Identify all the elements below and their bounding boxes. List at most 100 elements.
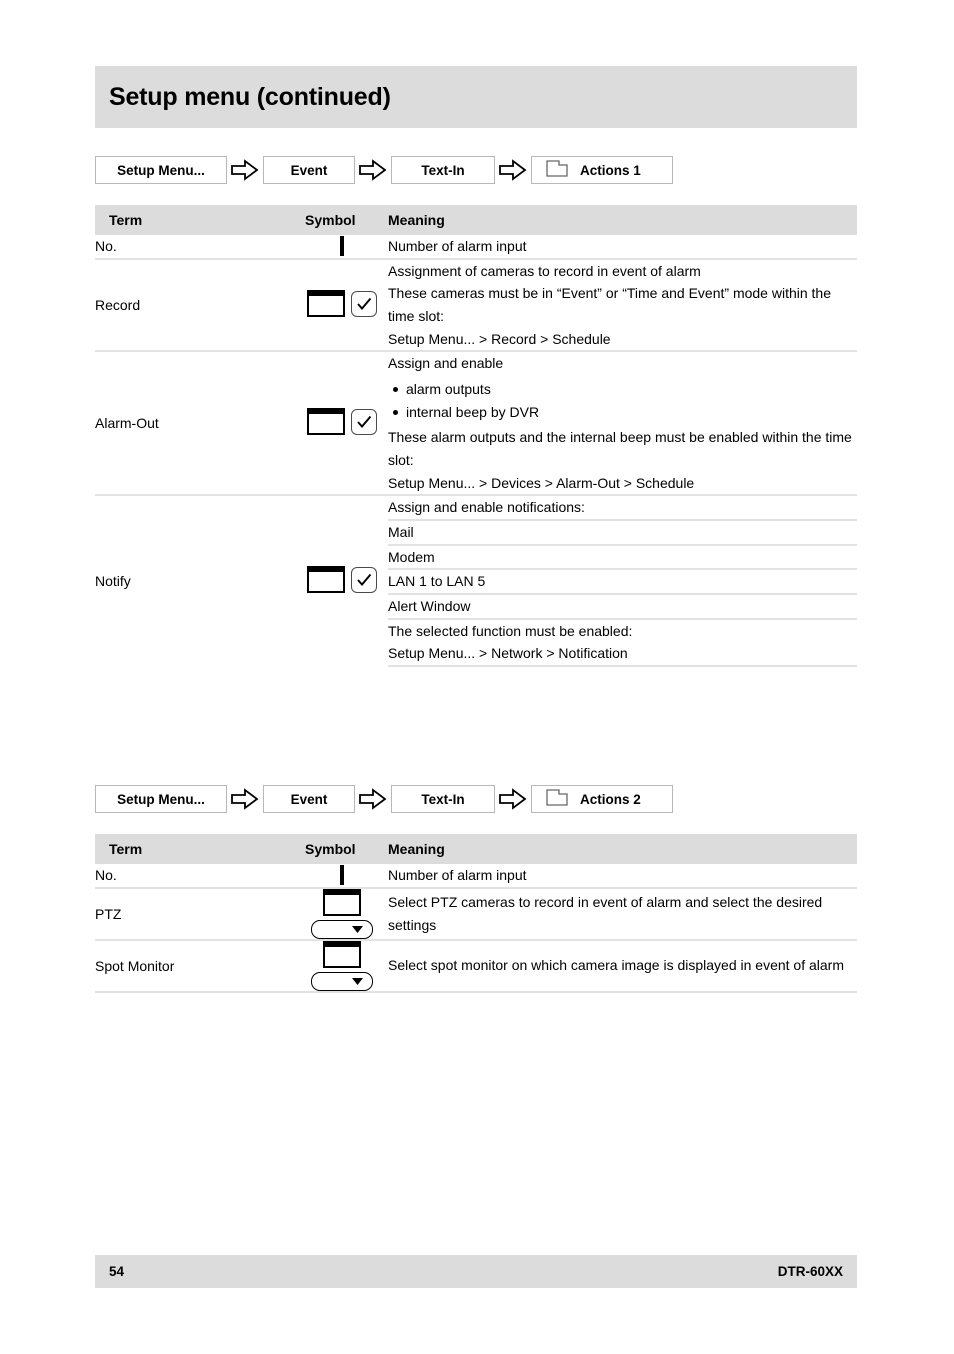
- breadcrumb-actions-2: Setup Menu... Event Text-In Actions 2: [95, 784, 673, 814]
- breadcrumb-separator: [227, 159, 263, 181]
- checkmark-icon: [350, 290, 377, 317]
- meaning-cell: Number of alarm input: [388, 864, 857, 888]
- arrow-right-icon: [499, 788, 527, 810]
- breadcrumb-item-setup-menu[interactable]: Setup Menu...: [95, 156, 227, 184]
- column-header-symbol: Symbol: [295, 205, 388, 235]
- arrow-right-icon: [499, 159, 527, 181]
- document-code: DTR-60XX: [777, 1264, 843, 1279]
- breadcrumb-item-text-in[interactable]: Text-In: [391, 156, 495, 184]
- window-box-and-checkmark-icon: [306, 566, 377, 594]
- table-row: PTZ Select PTZ cameras to record in even…: [95, 886, 857, 940]
- meaning-cell: Number of alarm input: [388, 235, 857, 259]
- breadcrumb-actions-1: Setup Menu... Event Text-In Actions 1: [95, 155, 673, 185]
- meaning-line: Select spot monitor on which camera imag…: [388, 957, 844, 974]
- breadcrumb-label: Actions 2: [580, 791, 641, 807]
- symbol-cell: [295, 886, 388, 940]
- window-box-and-dropdown-icon: [310, 940, 373, 991]
- meaning-cell: Assign and enable alarm outputs internal…: [388, 350, 857, 496]
- folder-icon: [546, 160, 568, 180]
- window-box-and-checkmark-icon: [306, 408, 377, 436]
- document-page: Setup menu (continued) Setup Menu... Eve…: [95, 0, 857, 1354]
- checkmark-icon: [350, 566, 377, 593]
- meaning-line: Number of alarm input: [388, 867, 527, 883]
- window-box-icon: [306, 290, 345, 318]
- window-box-and-dropdown-icon: [310, 888, 373, 939]
- meaning-cell: LAN 1 to LAN 5: [388, 568, 857, 595]
- symbol-cell: [295, 864, 388, 888]
- table-row: Alarm-Out Assign and enable alarm output…: [95, 350, 857, 496]
- column-header-term: Term: [95, 205, 295, 235]
- table-row: No. Number of alarm input: [95, 235, 857, 259]
- meaning-cell: Assignment of cameras to record in event…: [388, 257, 857, 352]
- window-box-icon: [306, 408, 345, 436]
- text-field-box-icon: [339, 236, 344, 257]
- breadcrumb-item-event[interactable]: Event: [263, 156, 355, 184]
- breadcrumb-label: Actions 1: [580, 162, 641, 178]
- meaning-cell: Modem: [388, 543, 857, 570]
- bullet-item: internal beep by DVR: [393, 401, 857, 424]
- column-header-meaning: Meaning: [388, 205, 857, 235]
- meaning-cell: The selected function must be enabled: S…: [388, 617, 857, 668]
- breadcrumb-label: Setup Menu...: [117, 791, 205, 807]
- bullet-item: alarm outputs: [393, 378, 857, 401]
- actions-2-table: Term Symbol Meaning No. Number of alarm …: [95, 834, 857, 993]
- meaning-line: These cameras must be in “Event” or “Tim…: [388, 285, 831, 325]
- arrow-right-icon: [359, 159, 387, 181]
- symbol-cell: [295, 257, 388, 352]
- breadcrumb-item-setup-menu[interactable]: Setup Menu...: [95, 785, 227, 813]
- meaning-line: Number of alarm input: [388, 238, 527, 254]
- page-footer: 54 DTR-60XX: [95, 1255, 857, 1288]
- text-field-box-icon: [339, 865, 344, 886]
- meaning-cell: Alert Window: [388, 593, 857, 619]
- term-cell: Notify: [95, 494, 295, 667]
- column-header-symbol: Symbol: [295, 834, 388, 864]
- column-header-meaning: Meaning: [388, 834, 857, 864]
- window-box-icon: [322, 888, 361, 916]
- symbol-cell: [295, 938, 388, 993]
- meaning-line: These alarm outputs and the internal bee…: [388, 429, 852, 469]
- term-cell: No.: [95, 867, 117, 884]
- meaning-line: Setup Menu... > Record > Schedule: [388, 330, 611, 347]
- meaning-cell: Select spot monitor on which camera imag…: [388, 938, 857, 993]
- column-header-term: Term: [95, 834, 295, 864]
- table-row: Spot Monitor Select spot monitor on whic…: [95, 938, 857, 993]
- breadcrumb-separator: [355, 788, 391, 810]
- window-box-icon: [322, 940, 361, 968]
- window-box-icon: [306, 566, 345, 594]
- chevron-down-icon: [351, 977, 363, 985]
- breadcrumb-item-actions-2[interactable]: Actions 2: [531, 785, 673, 813]
- folder-icon: [546, 789, 568, 809]
- breadcrumb-label: Setup Menu...: [117, 162, 205, 178]
- breadcrumb-label: Event: [290, 162, 328, 178]
- term-cell: No.: [95, 238, 117, 255]
- breadcrumb-label: Text-In: [421, 791, 465, 807]
- meaning-line: Select PTZ cameras to record in event of…: [388, 894, 823, 933]
- meaning-cell: Mail: [388, 519, 857, 545]
- meaning-line: Setup Menu... > Devices > Alarm-Out > Sc…: [388, 474, 695, 491]
- bullet-list: alarm outputs internal beep by DVR: [388, 378, 857, 423]
- breadcrumb-item-actions-1[interactable]: Actions 1: [531, 156, 673, 184]
- breadcrumb-separator: [355, 159, 391, 181]
- term-cell: Spot Monitor: [95, 938, 295, 993]
- breadcrumb-item-text-in[interactable]: Text-In: [391, 785, 495, 813]
- checkmark-icon: [350, 408, 377, 435]
- meaning-cell: Select PTZ cameras to record in event of…: [388, 886, 857, 940]
- table-row: Record Assignment of cameras to record i…: [95, 257, 857, 352]
- breadcrumb-separator: [495, 159, 531, 181]
- breadcrumb-item-event[interactable]: Event: [263, 785, 355, 813]
- meaning-cell: Assign and enable notifications:: [388, 494, 857, 521]
- dropdown-icon: [310, 919, 373, 939]
- meaning-intro: Assign and enable: [388, 355, 504, 372]
- actions-1-table: Term Symbol Meaning No. Number of alarm …: [95, 205, 857, 668]
- symbol-cell: [295, 350, 388, 496]
- page-title-band: Setup menu (continued): [95, 66, 857, 128]
- breadcrumb-separator: [227, 788, 263, 810]
- window-box-and-checkmark-icon: [306, 290, 377, 318]
- table-header-row: Term Symbol Meaning: [95, 205, 857, 235]
- page-number: 54: [109, 1264, 125, 1279]
- symbol-cell: [295, 235, 388, 259]
- term-cell: PTZ: [95, 886, 295, 940]
- arrow-right-icon: [231, 159, 259, 181]
- chevron-down-icon: [351, 925, 363, 933]
- term-cell: Alarm-Out: [95, 350, 295, 496]
